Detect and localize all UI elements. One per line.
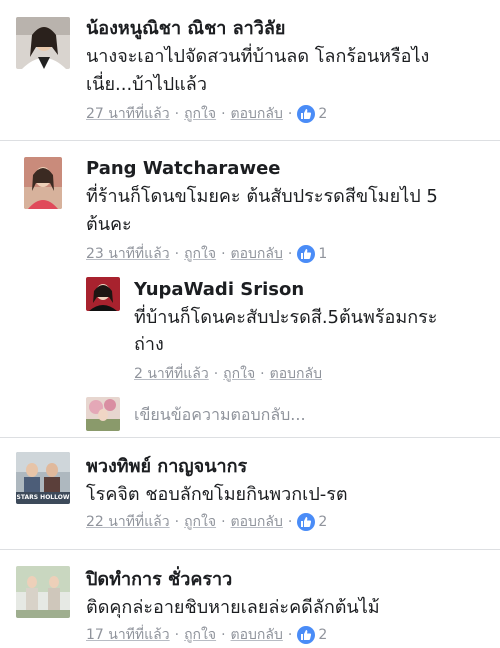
comment-text-line: ต้นคะ xyxy=(86,214,132,235)
comment-timestamp[interactable]: 22 นาทีที่แล้ว xyxy=(86,512,170,532)
comment-author[interactable]: ปิดทำการ ชั่วคราว xyxy=(86,569,232,591)
like-link[interactable]: ถูกใจ xyxy=(184,512,216,532)
thumbs-up-icon[interactable] xyxy=(297,245,316,263)
current-user-avatar xyxy=(86,397,120,431)
comment-divider xyxy=(0,140,500,141)
separator-dot: · xyxy=(174,627,180,643)
reply-author[interactable]: YupaWadi Srison xyxy=(134,279,304,301)
comment-text-line: ที่ร้านก็โดนขโมยคะ ต้นสับประรดสีขโมยไป 5 xyxy=(86,186,438,207)
avatar[interactable] xyxy=(16,17,70,69)
separator-dot: · xyxy=(213,366,219,382)
comment-text-line: นางจะเอาไปจัดสวนที่บ้านลด โลกร้อนหรือไง xyxy=(86,46,430,67)
separator-dot: · xyxy=(287,627,293,643)
separator-dot: · xyxy=(174,514,180,530)
separator-dot: · xyxy=(260,366,265,382)
reply-link[interactable]: ตอบกลับ xyxy=(231,244,283,264)
reaction-count[interactable]: 2 xyxy=(318,104,327,124)
reply-link[interactable]: ตอบกลับ xyxy=(270,364,322,384)
separator-dot: · xyxy=(221,106,226,122)
separator-dot: · xyxy=(287,246,293,262)
comment-text-line: เนี่ย...บ้าไปแล้ว xyxy=(86,74,207,95)
comment-thread: น้องหนูณิชา ณิชา ลาวิลัย นางจะเอาไปจัดสว… xyxy=(0,0,500,648)
reply-input[interactable]: เขียนข้อความตอบกลับ... xyxy=(134,403,306,428)
like-link[interactable]: ถูกใจ xyxy=(184,625,216,645)
comment-divider xyxy=(0,437,500,438)
reply-text-line: ที่บ้านก็โดนคะสับปะรดสี.5ต้นพร้อมกระ xyxy=(134,307,438,328)
avatar[interactable] xyxy=(24,157,62,209)
separator-dot: · xyxy=(174,246,180,262)
reply-text-line: ถ่าง xyxy=(134,334,164,355)
avatar[interactable] xyxy=(16,566,70,618)
reaction-count[interactable]: 2 xyxy=(318,512,327,532)
reply-link[interactable]: ตอบกลับ xyxy=(231,104,283,124)
comment-text-line: โรคจิต ชอบลักขโมยกินพวกเป-รต xyxy=(86,484,348,505)
reaction-count[interactable]: 2 xyxy=(318,625,327,645)
reaction-count[interactable]: 1 xyxy=(318,244,327,264)
reply-link[interactable]: ตอบกลับ xyxy=(231,625,283,645)
thumbs-up-icon[interactable] xyxy=(297,513,316,531)
reply-link[interactable]: ตอบกลับ xyxy=(231,512,283,532)
comment-timestamp[interactable]: 23 นาทีที่แล้ว xyxy=(86,244,170,264)
comment-author[interactable]: Pang Watcharawee xyxy=(86,158,280,180)
separator-dot: · xyxy=(287,106,293,122)
thumbs-up-icon[interactable] xyxy=(297,105,316,123)
reply-timestamp[interactable]: 2 นาทีที่แล้ว xyxy=(134,364,209,384)
separator-dot: · xyxy=(174,106,180,122)
separator-dot: · xyxy=(221,514,226,530)
comment-author[interactable]: พวงทิพย์ กาญจนากร xyxy=(86,456,247,478)
reply-meta: 2 นาทีที่แล้ว · ถูกใจ · ตอบกลับ xyxy=(134,364,322,384)
avatar-caption: STARS HOLLOW xyxy=(16,494,70,501)
comment-meta: 23 นาทีที่แล้ว · ถูกใจ · ตอบกลับ · 1 xyxy=(86,244,327,264)
separator-dot: · xyxy=(287,514,293,530)
comment-timestamp[interactable]: 17 นาทีที่แล้ว xyxy=(86,625,170,645)
thumbs-up-icon[interactable] xyxy=(297,626,316,644)
comment-meta: 22 นาทีที่แล้ว · ถูกใจ · ตอบกลับ · 2 xyxy=(86,512,327,532)
separator-dot: · xyxy=(221,627,226,643)
like-link[interactable]: ถูกใจ xyxy=(184,244,216,264)
like-link[interactable]: ถูกใจ xyxy=(184,104,216,124)
comment-text-line: ติดคุกล่ะอายชิบหายเลยล่ะคดีลักต้นไม้ xyxy=(86,597,380,618)
comment-meta: 17 นาทีที่แล้ว · ถูกใจ · ตอบกลับ · 2 xyxy=(86,625,327,645)
comment-timestamp[interactable]: 27 นาทีที่แล้ว xyxy=(86,104,170,124)
separator-dot: · xyxy=(221,246,226,262)
avatar[interactable] xyxy=(86,277,120,311)
comment-author[interactable]: น้องหนูณิชา ณิชา ลาวิลัย xyxy=(86,18,285,40)
comment-divider xyxy=(0,549,500,550)
like-link[interactable]: ถูกใจ xyxy=(223,364,255,384)
comment-meta: 27 นาทีที่แล้ว · ถูกใจ · ตอบกลับ · 2 xyxy=(86,104,327,124)
